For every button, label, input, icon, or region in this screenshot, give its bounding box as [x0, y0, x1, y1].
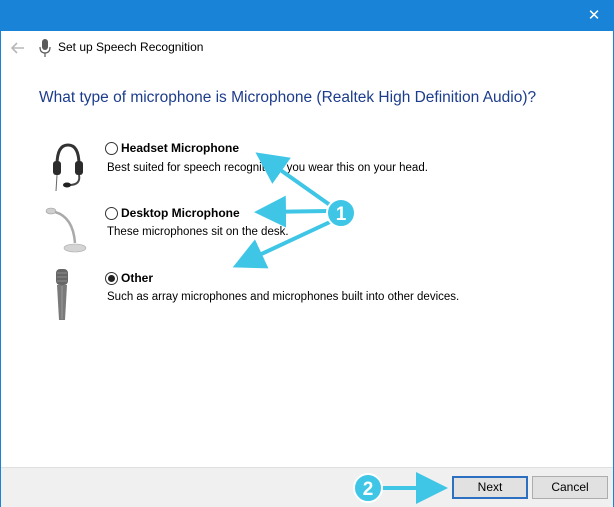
- back-arrow-icon[interactable]: [9, 39, 27, 57]
- speech-setup-window: ✕ Set up Speech Recognition What type of…: [0, 0, 614, 507]
- radio-other[interactable]: [105, 272, 118, 285]
- page-question: What type of microphone is Microphone (R…: [39, 89, 537, 106]
- button-bar: Next Cancel: [1, 467, 613, 507]
- other-description: Such as array microphones and microphone…: [107, 291, 460, 303]
- option-headset[interactable]: Headset Microphone Best suited for speec…: [1, 137, 613, 197]
- next-button[interactable]: Next: [452, 476, 528, 499]
- radio-desktop[interactable]: [105, 207, 118, 220]
- radio-headset[interactable]: [105, 142, 118, 155]
- headset-description: Best suited for speech recognition, you …: [107, 162, 428, 174]
- headset-label: Headset Microphone: [121, 141, 240, 155]
- close-icon[interactable]: ✕: [583, 5, 605, 27]
- wizard-header: Set up Speech Recognition: [1, 31, 613, 66]
- desktop-microphone-icon: [45, 207, 87, 253]
- option-other[interactable]: Other Such as array microphones and micr…: [1, 266, 613, 326]
- desktop-description: These microphones sit on the desk.: [107, 226, 289, 238]
- other-label: Other: [121, 271, 154, 285]
- handheld-microphone-icon: [56, 269, 68, 320]
- window-title: Set up Speech Recognition: [58, 40, 204, 54]
- desktop-label: Desktop Microphone: [121, 206, 240, 220]
- option-desktop[interactable]: Desktop Microphone These microphones sit…: [1, 201, 613, 261]
- microphone-icon: [39, 39, 51, 57]
- cancel-button[interactable]: Cancel: [532, 476, 608, 499]
- headset-icon: [53, 143, 83, 192]
- title-bar: ✕: [1, 1, 613, 31]
